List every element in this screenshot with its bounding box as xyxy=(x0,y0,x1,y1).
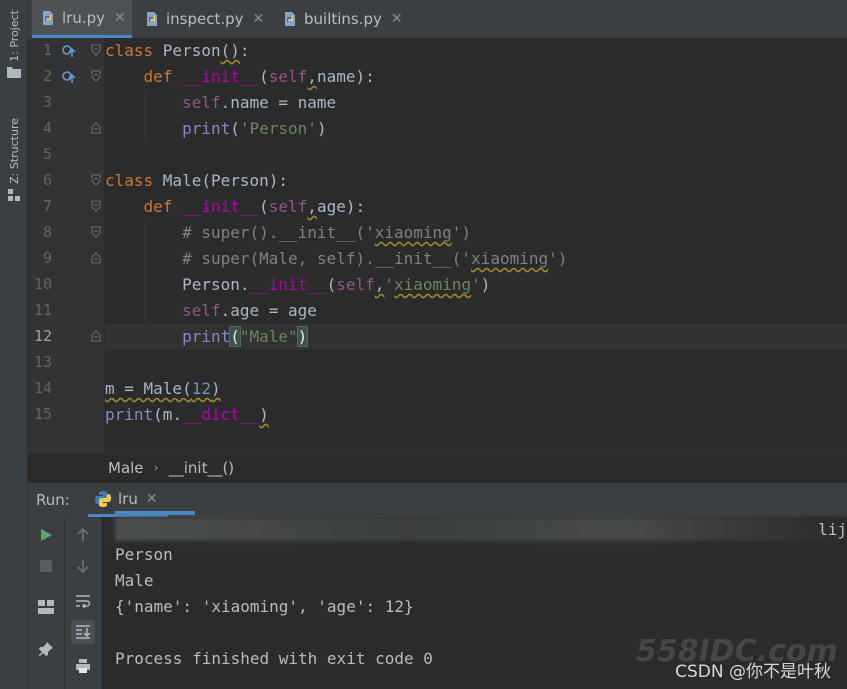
line-number: 11 xyxy=(33,301,52,319)
breadcrumb: Male › __init__() xyxy=(28,453,847,482)
print-button[interactable] xyxy=(71,654,95,678)
code-line-2: def __init__(self,name): xyxy=(143,67,375,86)
line-number: 1 xyxy=(42,41,52,59)
code-line-10: Person.__init__(self,'xiaoming') xyxy=(182,275,491,294)
fold-icon[interactable] xyxy=(91,174,101,186)
run-toolbar-primary xyxy=(28,517,65,689)
fold-icon[interactable] xyxy=(91,226,101,238)
close-icon[interactable]: ✕ xyxy=(391,11,403,27)
fold-end-icon[interactable] xyxy=(91,252,101,264)
layout-icon xyxy=(38,600,54,614)
console-line: Male xyxy=(115,571,154,590)
code-editor[interactable]: 1 2 3 4 5 6 7 8 9 10 11 12 13 14 15 clas… xyxy=(28,38,847,453)
line-number: 8 xyxy=(42,223,52,241)
code-line-3: self.name = name xyxy=(182,93,337,112)
tab-builtins-py[interactable]: builtins.py ✕ xyxy=(274,0,409,38)
console-scroll-indicator xyxy=(115,511,195,515)
editor-gutter: 1 2 3 4 5 6 7 8 9 10 11 12 13 14 15 xyxy=(28,38,104,453)
soft-wrap-icon xyxy=(76,595,91,609)
author-watermark: CSDN @你不是叶秋 xyxy=(675,662,831,682)
printer-icon xyxy=(76,659,90,673)
code-line-4: print('Person') xyxy=(182,119,327,138)
overridden-method-icon[interactable] xyxy=(62,44,76,58)
line-number: 2 xyxy=(42,67,52,85)
redacted-command-line xyxy=(115,517,847,541)
scroll-to-end-icon xyxy=(76,625,91,639)
run-label: Run: xyxy=(36,491,70,509)
layout-button[interactable] xyxy=(34,595,58,619)
folder-icon xyxy=(7,66,21,78)
chevron-right-icon: › xyxy=(153,460,159,476)
line-number: 10 xyxy=(33,275,52,293)
console-line: Person xyxy=(115,545,173,564)
line-number: 15 xyxy=(33,405,52,423)
close-icon[interactable]: ✕ xyxy=(114,10,126,26)
tab-label: lru.py xyxy=(62,8,106,27)
tab-label: builtins.py xyxy=(304,10,382,28)
stop-button[interactable] xyxy=(34,554,58,578)
line-number: 9 xyxy=(42,249,52,267)
code-line-11: self.age = age xyxy=(182,301,317,320)
scroll-to-end-button[interactable] xyxy=(71,620,95,644)
run-tab-label: lru xyxy=(118,489,138,508)
fold-end-icon[interactable] xyxy=(91,330,101,342)
fold-icon[interactable] xyxy=(91,70,101,82)
project-tool-tab[interactable]: 1: Project xyxy=(4,10,24,78)
project-tab-label: 1: Project xyxy=(7,10,21,62)
fold-end-icon[interactable] xyxy=(91,122,101,134)
line-number: 13 xyxy=(33,353,52,371)
tab-label: inspect.py xyxy=(166,10,244,28)
code-line-7: def __init__(self,age): xyxy=(143,197,366,216)
pin-tab-button[interactable] xyxy=(34,637,58,661)
code-line-8: # super().__init__('xiaoming') xyxy=(182,223,472,242)
fold-icon[interactable] xyxy=(91,44,101,56)
fold-icon[interactable] xyxy=(91,200,101,212)
line-number: 5 xyxy=(42,145,52,163)
tab-lru-py[interactable]: lru.py ✕ xyxy=(32,0,132,38)
line-number: 4 xyxy=(42,119,52,137)
command-line-tail: lij xyxy=(818,520,847,539)
scroll-up-button[interactable] xyxy=(71,523,95,547)
python-icon xyxy=(95,490,111,507)
tab-inspect-py[interactable]: inspect.py ✕ xyxy=(136,0,266,38)
structure-icon xyxy=(8,188,20,201)
left-tool-strip: 1: Project Z: Structure xyxy=(0,0,28,689)
run-toolbar-secondary xyxy=(65,517,102,689)
line-number: 3 xyxy=(42,93,52,111)
code-line-12: print("Male") xyxy=(105,324,847,350)
code-line-15: print(m.__dict__) xyxy=(105,405,269,424)
line-number: 6 xyxy=(42,171,52,189)
close-icon[interactable]: ✕ xyxy=(146,491,158,507)
code-line-1: class Person(): xyxy=(105,41,250,60)
code-line-9: # super(Male, self).__init__('xiaoming') xyxy=(182,249,568,268)
play-icon xyxy=(41,529,52,541)
code-line-14: m = Male(12) xyxy=(105,379,221,398)
python-file-icon xyxy=(147,12,157,26)
console-line: {'name': 'xiaoming', 'age': 12} xyxy=(115,597,414,616)
console-line: Process finished with exit code 0 xyxy=(115,649,433,668)
editor-tab-bar: lru.py ✕ inspect.py ✕ builtins.py ✕ xyxy=(28,0,847,39)
code-line-6: class Male(Person): xyxy=(105,171,289,190)
arrow-down-icon xyxy=(77,560,89,573)
close-icon[interactable]: ✕ xyxy=(253,11,265,27)
python-file-icon xyxy=(43,10,53,25)
python-file-icon xyxy=(285,12,295,26)
arrow-up-icon xyxy=(77,528,89,541)
line-number-current: 12 xyxy=(33,327,52,345)
structure-tool-tab[interactable]: Z: Structure xyxy=(4,118,24,202)
structure-tab-label: Z: Structure xyxy=(7,118,21,184)
line-number: 14 xyxy=(33,379,52,397)
code-area[interactable]: class Person(): def __init__(self,name):… xyxy=(105,38,847,453)
line-number: 7 xyxy=(42,197,52,215)
pin-icon xyxy=(39,642,53,656)
breadcrumb-class[interactable]: Male xyxy=(108,459,144,477)
scroll-down-button[interactable] xyxy=(71,554,95,578)
soft-wrap-button[interactable] xyxy=(71,589,95,613)
breadcrumb-method[interactable]: __init__() xyxy=(169,459,234,477)
overridden-method-icon[interactable] xyxy=(62,70,76,84)
stop-icon xyxy=(40,560,52,572)
rerun-button[interactable] xyxy=(34,523,58,547)
